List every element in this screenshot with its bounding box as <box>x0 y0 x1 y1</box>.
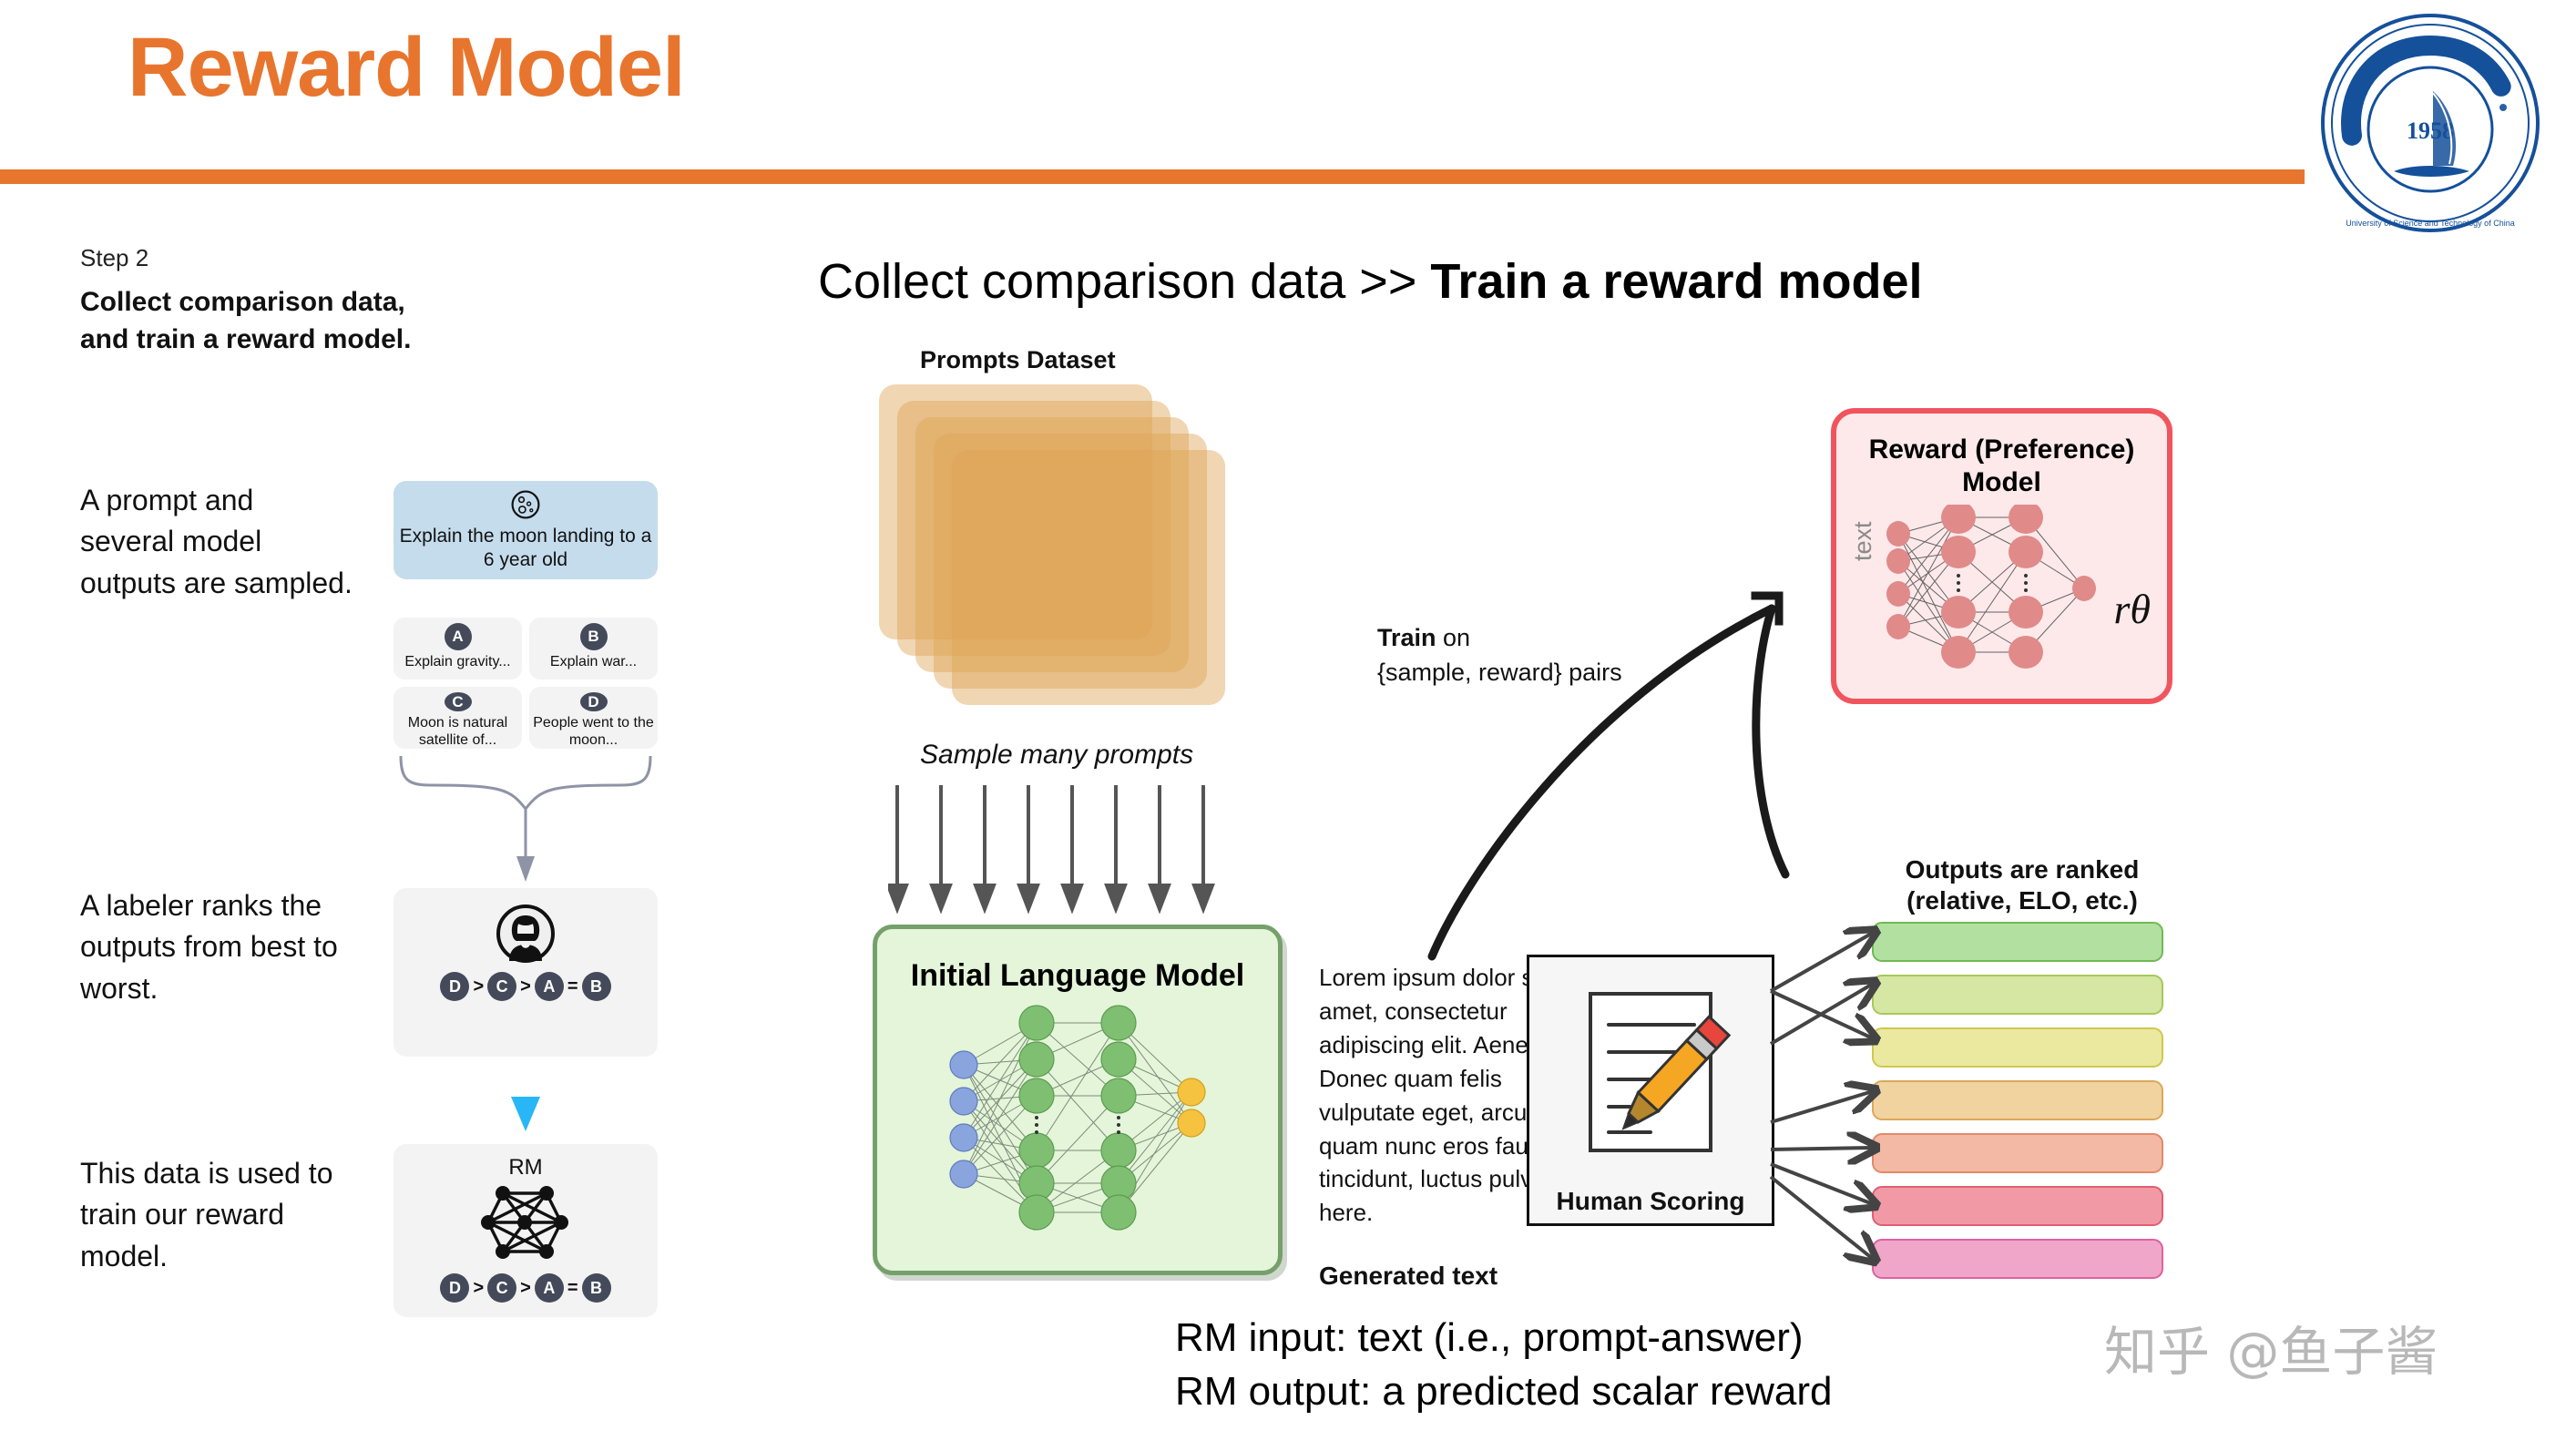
moon-icon <box>511 490 540 519</box>
rank-badge: C <box>487 972 517 1001</box>
prompts-dataset-stack <box>879 384 1243 723</box>
side-note-training: This data is used to train our reward mo… <box>80 1157 333 1272</box>
rank-badge: D <box>440 972 470 1001</box>
page-title: Reward Model <box>128 21 686 114</box>
step-heading: Collect comparison data, and train a rew… <box>80 287 412 354</box>
ranked-bar[interactable] <box>1872 1133 2163 1173</box>
sample-many-prompts-caption: Sample many prompts <box>920 740 1194 770</box>
rm-card-title: RM <box>508 1155 543 1180</box>
rank-operator: > <box>473 1277 485 1298</box>
labeler-avatar-icon <box>496 904 555 963</box>
title-divider <box>0 169 2305 184</box>
model-output-options: A Explain gravity... B Explain war... C … <box>394 618 658 749</box>
step-label: Step 2 <box>80 244 149 271</box>
initial-language-model-title: Initial Language Model <box>910 958 1245 993</box>
ranked-bar[interactable] <box>1872 975 2163 1015</box>
option-badge: B <box>579 623 608 650</box>
reward-network-icon <box>1886 501 2096 669</box>
document-pencil-icon <box>1589 992 1732 1152</box>
train-bold: Train <box>1377 624 1436 651</box>
ranked-bar[interactable] <box>1872 1080 2163 1120</box>
rank-badge: C <box>487 1273 517 1303</box>
rank-operator: = <box>567 976 578 996</box>
option-text: Explain gravity... <box>404 654 511 669</box>
scoring-fan-arrows <box>1767 911 1886 1275</box>
initial-language-model-box: Initial Language Model <box>873 925 1283 1275</box>
brace-and-arrow <box>394 749 658 885</box>
generated-text-label: Generated text <box>1319 1262 1498 1290</box>
flow-heading-plain: Collect comparison data >> <box>818 254 1431 309</box>
neural-network-icon <box>481 1186 568 1259</box>
rank-badge: B <box>581 972 611 1001</box>
rank-badge: A <box>534 972 564 1001</box>
rm-input-line: RM input: text (i.e., prompt-answer) <box>1175 1315 1804 1360</box>
labeler-ranking-card: D > C > A = B <box>394 888 658 1057</box>
rank-badge: B <box>581 1273 611 1303</box>
train-pairs-line: {sample, reward} pairs <box>1377 658 1622 686</box>
option-card-a[interactable]: A Explain gravity... <box>394 618 522 680</box>
train-on-label: Train on {sample, reward} pairs <box>1377 621 1622 690</box>
flow-heading-bold: Train a reward model <box>1430 254 1923 309</box>
ranked-bar[interactable] <box>1872 1239 2163 1279</box>
ranked-bar[interactable] <box>1872 1027 2163 1068</box>
reward-model-card: RM D > C > A = B <box>394 1144 658 1317</box>
rank-badge: A <box>534 1273 564 1303</box>
ranked-bar[interactable] <box>1872 1186 2163 1226</box>
zhihu-watermark: 知乎 @鱼子酱 <box>2104 1321 2438 1383</box>
ustc-logo: 1958 University of Science and Technolog… <box>2316 9 2544 237</box>
reward-model-input-label: text <box>1849 521 1876 561</box>
rank-badge: D <box>440 1273 470 1303</box>
train-rest: on <box>1436 624 1471 651</box>
side-note-ranking: A labeler ranks the outputs from best to… <box>80 889 338 1005</box>
blue-down-arrow-icon <box>506 1089 546 1138</box>
rm-io-summary: RM input: text (i.e., prompt-answer) RM … <box>1175 1312 1832 1418</box>
side-note-sampling: A prompt and several model outputs are s… <box>80 484 353 599</box>
prompt-card: Explain the moon landing to a 6 year old <box>394 481 658 579</box>
language-model-network-icon <box>949 1005 1206 1231</box>
labeler-ranking-row: D > C > A = B <box>440 972 611 1001</box>
prompt-card-text: Explain the moon landing to a 6 year old <box>399 526 652 571</box>
rank-operator: = <box>567 1277 578 1298</box>
reward-model-title: Reward (Preference) Model <box>1868 434 2135 497</box>
flow-heading: Collect comparison data >> Train a rewar… <box>818 253 1923 310</box>
option-card-d[interactable]: D People went to the moon... <box>529 687 658 749</box>
option-badge: C <box>444 692 472 712</box>
option-badge: D <box>579 692 608 712</box>
option-badge: A <box>444 623 472 650</box>
rank-operator: > <box>473 976 485 996</box>
rank-operator: > <box>520 976 531 996</box>
human-scoring-label: Human Scoring <box>1556 1187 1745 1215</box>
ranked-bar[interactable] <box>1872 922 2163 962</box>
sampling-arrows <box>885 782 1234 918</box>
prompts-dataset-title: Prompts Dataset <box>920 346 1116 373</box>
outputs-ranked-title: Outputs are ranked (relative, ELO, etc.) <box>1905 855 2140 915</box>
reward-preference-model-box: Reward (Preference) Model text rθ <box>1831 408 2172 704</box>
reward-output-symbol: rθ <box>2113 586 2152 632</box>
option-text: Explain war... <box>549 654 638 669</box>
option-card-c[interactable]: C Moon is natural satellite of... <box>394 687 522 749</box>
rank-operator: > <box>520 1277 531 1298</box>
logo-subtitle: University of Science and Technology of … <box>2346 219 2514 228</box>
outputs-ranked-list <box>1872 922 2163 1292</box>
rm-ranking-row: D > C > A = B <box>440 1273 611 1303</box>
option-text: Moon is natural satellite of... <box>407 715 508 748</box>
human-scoring-card: Human Scoring <box>1527 955 1774 1226</box>
option-card-b[interactable]: B Explain war... <box>529 618 658 680</box>
rm-output-line: RM output: a predicted scalar reward <box>1175 1368 1833 1414</box>
option-text: People went to the moon... <box>533 715 654 748</box>
